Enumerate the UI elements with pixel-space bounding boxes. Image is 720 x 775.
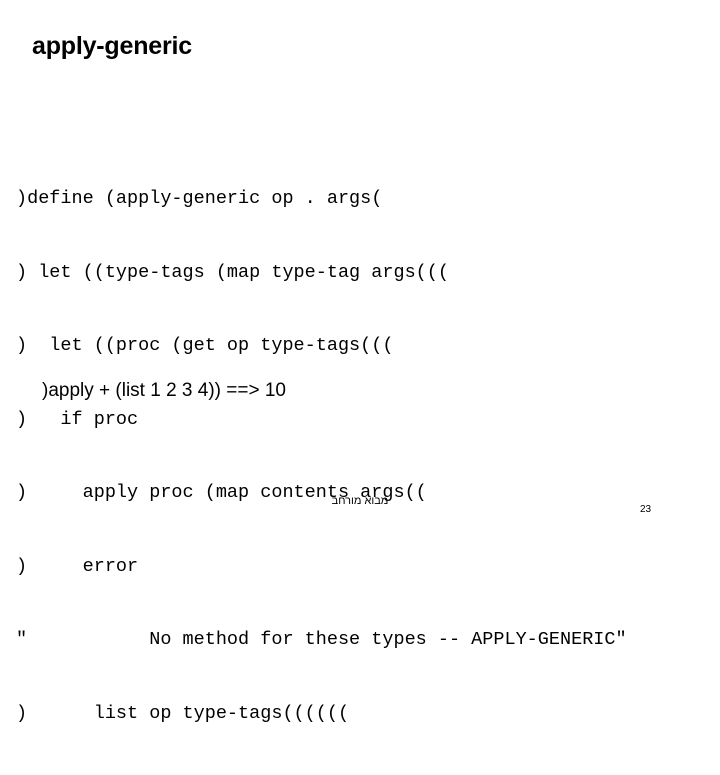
code-line: " No method for these types -- APPLY-GEN… [16,629,627,650]
slide: apply-generic )define (apply-generic op … [0,0,720,724]
code-line: )define (apply-generic op . args( [16,188,383,209]
code-line: ) let ((proc (get op type-tags((( [16,335,394,356]
result-expression: )apply + (list 1 2 3 4)) ==> 10 [42,380,286,401]
footer-course-name: מבוא מורחב [331,495,389,507]
code-line: ) let ((type-tags (map type-tag args((( [16,261,449,283]
code-line: ) list op type-tags(((((( [16,702,350,724]
page-title: apply-generic [32,32,192,60]
code-line: ) error [16,555,139,577]
page-number: 23 [640,504,652,515]
code-line: ) if proc [16,408,139,430]
code-block: )define (apply-generic op . args( ) let … [16,138,627,775]
